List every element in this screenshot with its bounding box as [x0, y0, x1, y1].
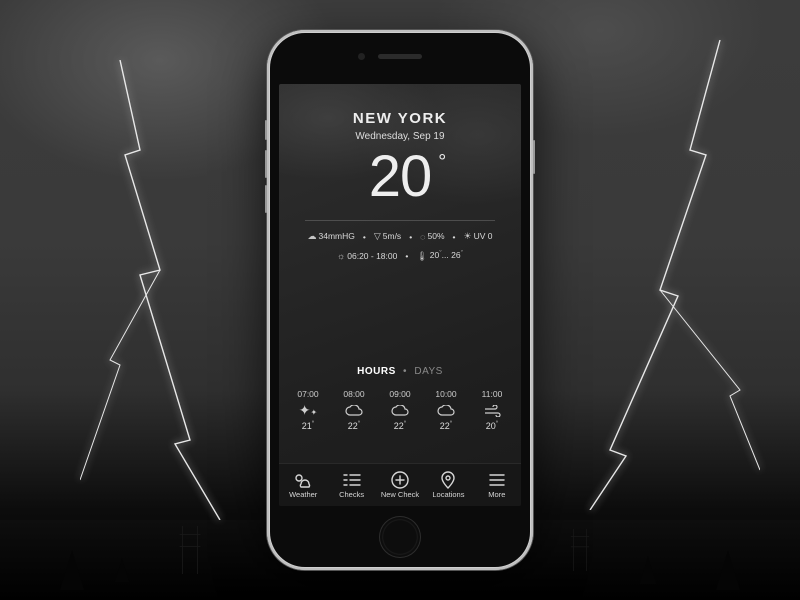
- hour-cell[interactable]: 09:00 22°: [377, 389, 423, 431]
- tree-silhouette: [716, 550, 740, 590]
- wind-icon: [469, 403, 515, 419]
- humidity-stat: ◌50%: [420, 231, 444, 242]
- wind-icon: ▽: [374, 231, 381, 242]
- hour-temp: 21°: [285, 421, 331, 431]
- cloud-icon: ☁: [307, 231, 316, 242]
- tab-days[interactable]: DAYS: [414, 366, 443, 377]
- hour-temp: 20°: [469, 421, 515, 431]
- weather-stats-row-2: ☼06:20 - 18:00 • 🌡20°... 26°: [279, 250, 521, 261]
- sunrise-icon: ☼: [337, 251, 345, 261]
- tab-more[interactable]: More: [473, 471, 521, 499]
- tree-silhouette: [60, 550, 84, 590]
- toggle-separator: •: [403, 366, 407, 377]
- tab-label: More: [473, 490, 521, 499]
- hour-time: 11:00: [469, 389, 515, 399]
- mute-switch: [265, 120, 267, 140]
- app-screen: NEW YORK Wednesday, Sep 19 20° ☁34mmHG •…: [279, 84, 521, 506]
- hour-time: 09:00: [377, 389, 423, 399]
- cloud-icon: [331, 403, 377, 419]
- tab-new-check[interactable]: New Check: [376, 471, 424, 499]
- droplet-icon: ◌: [420, 232, 425, 242]
- power-button: [533, 140, 535, 174]
- hourly-forecast[interactable]: 07:00 ✦✦ 21° 08:00 22° 09:00 22° 10:00 22° 11:00 2…: [283, 389, 517, 431]
- forecast-toggle: HOURS • DAYS: [279, 366, 521, 377]
- tab-hours[interactable]: HOURS: [357, 366, 396, 377]
- bottom-tab-bar: WeatherChecksNew CheckLocationsMore: [279, 463, 521, 506]
- current-date: Wednesday, Sep 19: [279, 131, 521, 142]
- city-name: NEW YORK: [279, 110, 521, 127]
- volume-up-button: [265, 150, 267, 178]
- plus-icon: [376, 471, 424, 488]
- pressure-stat: ☁34mmHG: [307, 231, 354, 242]
- wind-stat: ▽5m/s: [374, 231, 401, 242]
- hour-temp: 22°: [377, 421, 423, 431]
- uv-stat: ☀UV 0: [464, 231, 493, 242]
- divider: [305, 220, 495, 221]
- tab-label: Weather: [279, 490, 327, 499]
- weather-stats-row-1: ☁34mmHG • ▽5m/s • ◌50% • ☀UV 0: [279, 231, 521, 242]
- lightning-bolt: [80, 60, 240, 520]
- weather-icon: [279, 471, 327, 488]
- home-button[interactable]: [379, 516, 421, 558]
- more-icon: [473, 471, 521, 488]
- temp-range-stat: 🌡20°... 26°: [416, 250, 463, 261]
- pylon-silhouette: [573, 529, 587, 571]
- temperature-value: 20: [369, 144, 432, 209]
- hour-temp: 22°: [423, 421, 469, 431]
- tree-silhouette: [640, 556, 657, 584]
- volume-down-button: [265, 185, 267, 213]
- hour-cell[interactable]: 10:00 22°: [423, 389, 469, 431]
- sun-icon: ☀: [464, 231, 472, 242]
- hour-cell[interactable]: 11:00 20°: [469, 389, 515, 431]
- hour-cell[interactable]: 07:00 ✦✦ 21°: [285, 389, 331, 431]
- phone-device-frame: NEW YORK Wednesday, Sep 19 20° ☁34mmHG •…: [267, 30, 533, 570]
- tab-locations[interactable]: Locations: [424, 471, 472, 499]
- cloud-icon: [423, 403, 469, 419]
- tab-weather[interactable]: Weather: [279, 471, 327, 499]
- hour-time: 10:00: [423, 389, 469, 399]
- tree-silhouette: [115, 558, 129, 582]
- lightning-bolt: [580, 40, 760, 510]
- tab-checks[interactable]: Checks: [327, 471, 375, 499]
- phone-camera: [358, 53, 365, 60]
- cloud-icon: [377, 403, 423, 419]
- daylight-stat: ☼06:20 - 18:00: [337, 251, 397, 262]
- checks-icon: [327, 471, 375, 488]
- hour-cell[interactable]: 08:00 22°: [331, 389, 377, 431]
- tab-label: New Check: [376, 490, 424, 499]
- hour-time: 07:00: [285, 389, 331, 399]
- degree-symbol: °: [438, 152, 445, 172]
- thermometer-icon: 🌡: [416, 251, 427, 262]
- pin-icon: [424, 471, 472, 488]
- hour-time: 08:00: [331, 389, 377, 399]
- tab-label: Checks: [327, 490, 375, 499]
- phone-speaker: [378, 54, 422, 59]
- current-temperature: 20°: [369, 148, 432, 206]
- pylon-silhouette: [182, 526, 198, 574]
- hour-temp: 22°: [331, 421, 377, 431]
- stars-icon: ✦✦: [285, 403, 331, 419]
- tab-label: Locations: [424, 490, 472, 499]
